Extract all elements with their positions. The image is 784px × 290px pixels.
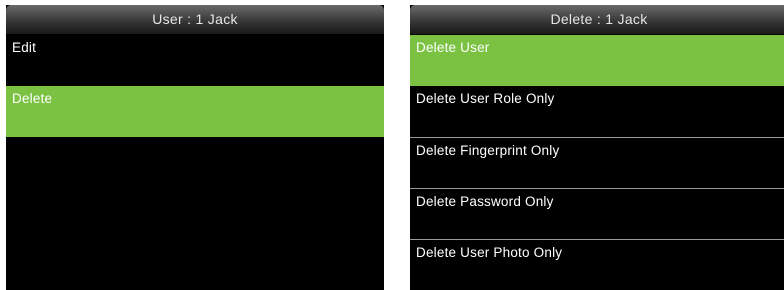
menu-item-edit[interactable]: Edit — [6, 35, 384, 86]
menu-item-delete[interactable]: Delete — [6, 86, 384, 137]
menu-item-delete-user-photo-only[interactable]: Delete User Photo Only — [410, 239, 784, 290]
menu-item-label: Delete Fingerprint Only — [416, 143, 560, 158]
menu-item-delete-password-only[interactable]: Delete Password Only — [410, 188, 784, 239]
screen-title: User : 1 Jack — [6, 5, 384, 35]
delete-menu-screen: Delete : 1 Jack Delete User Delete User … — [410, 5, 784, 290]
menu-item-delete-fingerprint-only[interactable]: Delete Fingerprint Only — [410, 137, 784, 188]
menu-item-label: Delete User Role Only — [416, 91, 555, 106]
delete-options-list: Delete User Delete User Role Only Delete… — [410, 35, 784, 290]
menu-item-label: Delete — [12, 91, 53, 106]
menu-item-label: Edit — [12, 40, 37, 55]
menu-item-label: Delete User — [416, 40, 490, 55]
user-menu-list: Edit Delete — [6, 35, 384, 137]
user-menu-screen: User : 1 Jack Edit Delete — [6, 5, 384, 290]
menu-item-delete-user[interactable]: Delete User — [410, 35, 784, 86]
menu-item-label: Delete Password Only — [416, 194, 554, 209]
screen-title: Delete : 1 Jack — [410, 5, 784, 35]
menu-item-label: Delete User Photo Only — [416, 245, 563, 260]
menu-item-delete-user-role-only[interactable]: Delete User Role Only — [410, 86, 784, 137]
